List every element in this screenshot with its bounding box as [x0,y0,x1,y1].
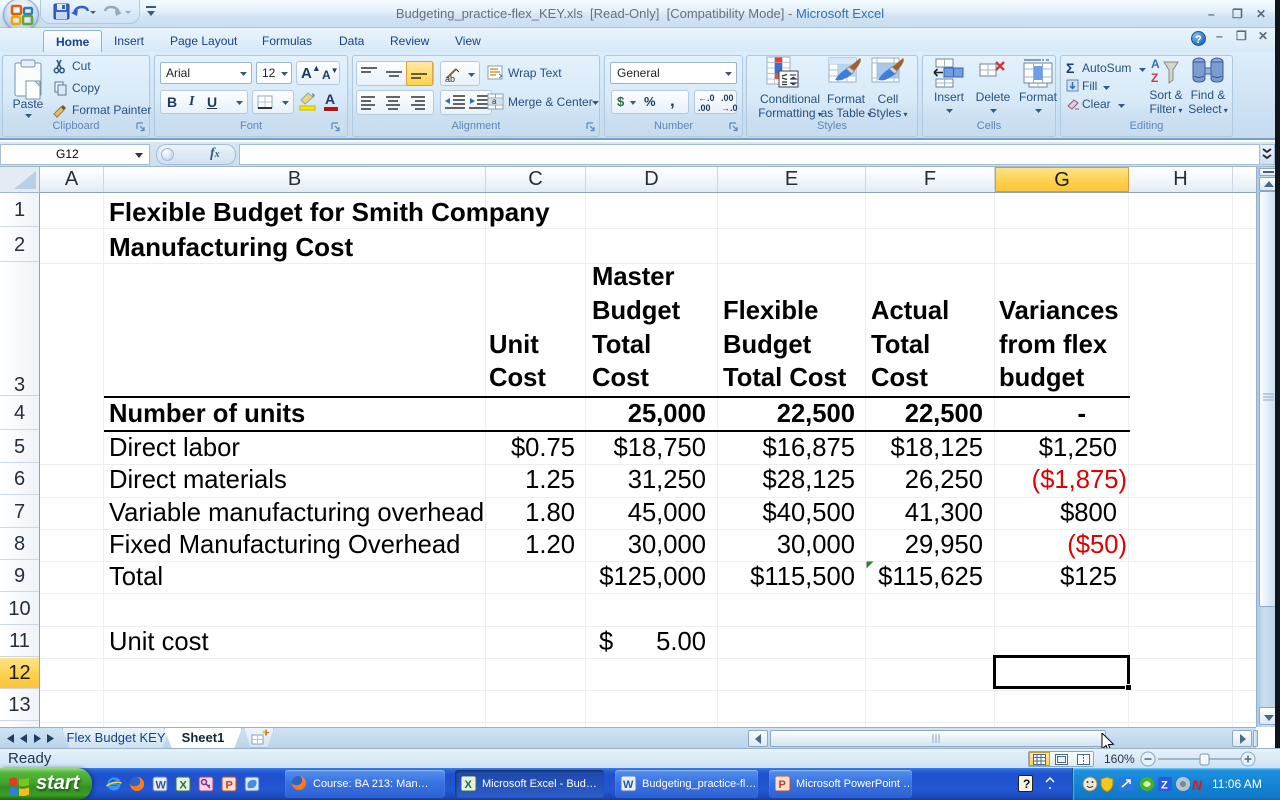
svg-text:W: W [623,779,634,791]
svg-text:a: a [492,97,497,106]
svg-text:X: X [465,779,473,791]
svg-text:Z: Z [1151,71,1158,85]
svg-text:P: P [226,780,233,792]
svg-text:ab: ab [445,74,455,84]
svg-text:P: P [779,779,786,791]
svg-text:X: X [180,780,188,792]
svg-text:Z: Z [1161,780,1168,792]
svg-text:N: N [1192,777,1202,793]
svg-text:A: A [1151,57,1160,71]
svg-text:W: W [156,780,167,792]
